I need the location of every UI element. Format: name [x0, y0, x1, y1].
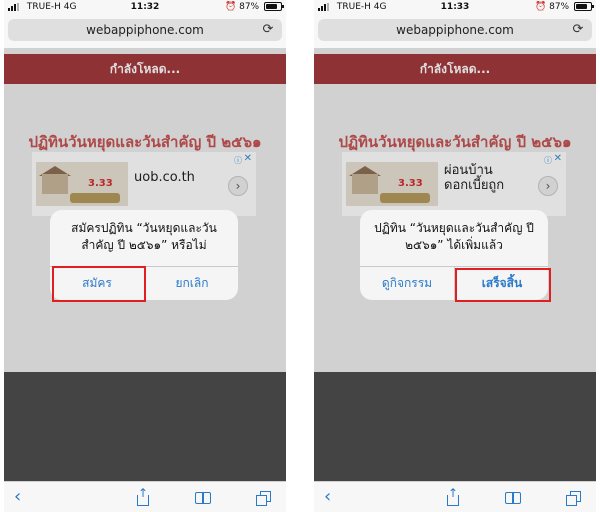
battery-fill: [266, 4, 277, 9]
status-bar: TRUE-H 4G 11:32 ⏰ 87%: [4, 0, 286, 14]
bookmarks-icon[interactable]: [504, 488, 524, 508]
cancel-button[interactable]: ยกเลิก: [145, 267, 238, 300]
battery-icon: [574, 2, 594, 11]
left-phone-screen: TRUE-H 4G 11:32 ⏰ 87% webappiphone.com ⟳…: [4, 0, 286, 512]
right-phone-screen: TRUE-H 4G 11:33 ⏰ 87% webappiphone.com ⟳…: [314, 0, 596, 512]
reload-icon[interactable]: ⟳: [260, 21, 276, 39]
address-bar: webappiphone.com ⟳: [314, 14, 596, 48]
alarm-icon: ⏰: [535, 2, 547, 12]
url-text: webappiphone.com: [86, 23, 204, 37]
view-event-button[interactable]: ดูกิจกรรม: [360, 267, 454, 300]
status-bar: TRUE-H 4G 11:33 ⏰ 87%: [314, 0, 596, 14]
share-icon[interactable]: ↑: [134, 486, 154, 508]
url-field[interactable]: webappiphone.com ⟳: [8, 19, 282, 41]
battery-icon: [264, 2, 284, 11]
tabs-icon[interactable]: [254, 488, 274, 508]
safari-toolbar: ‹ ↑: [314, 481, 596, 512]
highlight-box: [455, 268, 551, 302]
status-right: ⏰ 87%: [225, 2, 284, 12]
back-icon[interactable]: ‹: [324, 488, 344, 508]
highlight-box: [52, 266, 146, 302]
dialog-message: ปฏิทิน “วันหยุดและวันสำคัญ ปี ๒๕๖๑” ได้เ…: [374, 221, 534, 252]
battery-percent: 87%: [549, 2, 570, 12]
battery-fill: [576, 4, 587, 9]
alarm-icon: ⏰: [225, 2, 237, 12]
battery-percent: 87%: [239, 2, 260, 12]
bookmarks-icon[interactable]: [194, 488, 214, 508]
back-icon[interactable]: ‹: [14, 488, 34, 508]
address-bar: webappiphone.com ⟳: [4, 14, 286, 48]
url-text: webappiphone.com: [396, 23, 514, 37]
safari-toolbar: ‹ ↑: [4, 481, 286, 512]
dialog-message: สมัครปฏิทิน “วันหยุดและวันสำคัญ ปี ๒๕๖๑”…: [71, 221, 217, 252]
status-right: ⏰ 87%: [535, 2, 594, 12]
tabs-icon[interactable]: [564, 488, 584, 508]
share-icon[interactable]: ↑: [444, 486, 464, 508]
reload-icon[interactable]: ⟳: [570, 21, 586, 39]
url-field[interactable]: webappiphone.com ⟳: [318, 19, 592, 41]
